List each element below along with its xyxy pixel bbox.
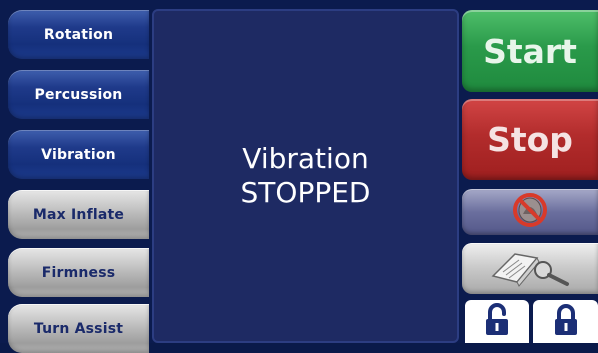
unlock-button[interactable]	[465, 300, 529, 343]
alarm-silence-icon	[510, 192, 550, 232]
status-panel: Vibration STOPPED	[152, 9, 459, 343]
rotation-button[interactable]: Rotation	[8, 10, 149, 59]
manual-button[interactable]	[462, 243, 598, 294]
rotation-label: Rotation	[43, 26, 114, 43]
vibration-label: Vibration	[41, 146, 116, 163]
unlocked-padlock-icon	[484, 302, 510, 341]
turn-assist-label: Turn Assist	[33, 320, 124, 337]
percussion-button[interactable]: Percussion	[8, 70, 149, 119]
vibration-button[interactable]: Vibration	[8, 130, 149, 179]
start-button[interactable]: Start	[462, 10, 598, 92]
lock-button[interactable]	[533, 300, 598, 343]
max-inflate-button[interactable]: Max Inflate	[8, 190, 149, 239]
turn-assist-button[interactable]: Turn Assist	[8, 304, 149, 353]
percussion-label: Percussion	[34, 86, 123, 103]
locked-padlock-icon	[553, 303, 579, 341]
alarm-silence-button[interactable]	[462, 189, 598, 235]
max-inflate-label: Max Inflate	[32, 206, 125, 223]
status-line-2: STOPPED	[240, 176, 371, 209]
start-label: Start	[483, 31, 577, 71]
status-line-1: Vibration	[242, 142, 369, 175]
manual-search-icon	[485, 246, 575, 292]
screen: Rotation Percussion Vibration Max Inflat…	[0, 0, 598, 353]
stop-button[interactable]: Stop	[462, 99, 598, 180]
firmness-label: Firmness	[41, 264, 116, 281]
stop-label: Stop	[487, 120, 573, 159]
firmness-button[interactable]: Firmness	[8, 248, 149, 297]
